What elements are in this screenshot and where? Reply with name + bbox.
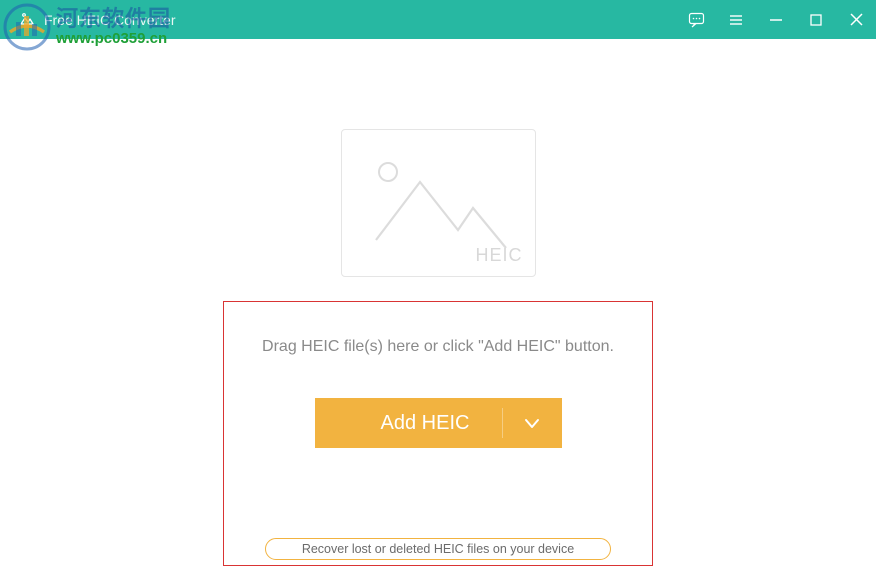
feedback-icon[interactable] bbox=[686, 10, 706, 30]
recover-files-label: Recover lost or deleted HEIC files on yo… bbox=[302, 542, 574, 556]
heic-format-label: HEIC bbox=[475, 245, 522, 266]
chevron-down-icon[interactable] bbox=[502, 398, 562, 448]
main-content: HEIC Drag HEIC file(s) here or click "Ad… bbox=[0, 39, 876, 574]
drop-instruction-text: Drag HEIC file(s) here or click "Add HEI… bbox=[262, 338, 614, 356]
heic-placeholder-image: HEIC bbox=[341, 129, 536, 277]
watermark-cn-text: 河东软件园 bbox=[56, 7, 171, 31]
add-heic-button[interactable]: Add HEIC bbox=[315, 398, 562, 448]
add-heic-button-label: Add HEIC bbox=[315, 412, 502, 435]
drop-zone-highlight[interactable]: Drag HEIC file(s) here or click "Add HEI… bbox=[223, 301, 653, 566]
close-icon[interactable] bbox=[846, 10, 866, 30]
watermark-url-text: www.pc0359.cn bbox=[56, 31, 171, 48]
recover-files-button[interactable]: Recover lost or deleted HEIC files on yo… bbox=[265, 538, 611, 560]
maximize-icon[interactable] bbox=[806, 10, 826, 30]
watermark-logo-icon bbox=[2, 2, 52, 52]
minimize-icon[interactable] bbox=[766, 10, 786, 30]
watermark-overlay: 河东软件园 www.pc0359.cn bbox=[2, 2, 171, 52]
menu-icon[interactable] bbox=[726, 10, 746, 30]
